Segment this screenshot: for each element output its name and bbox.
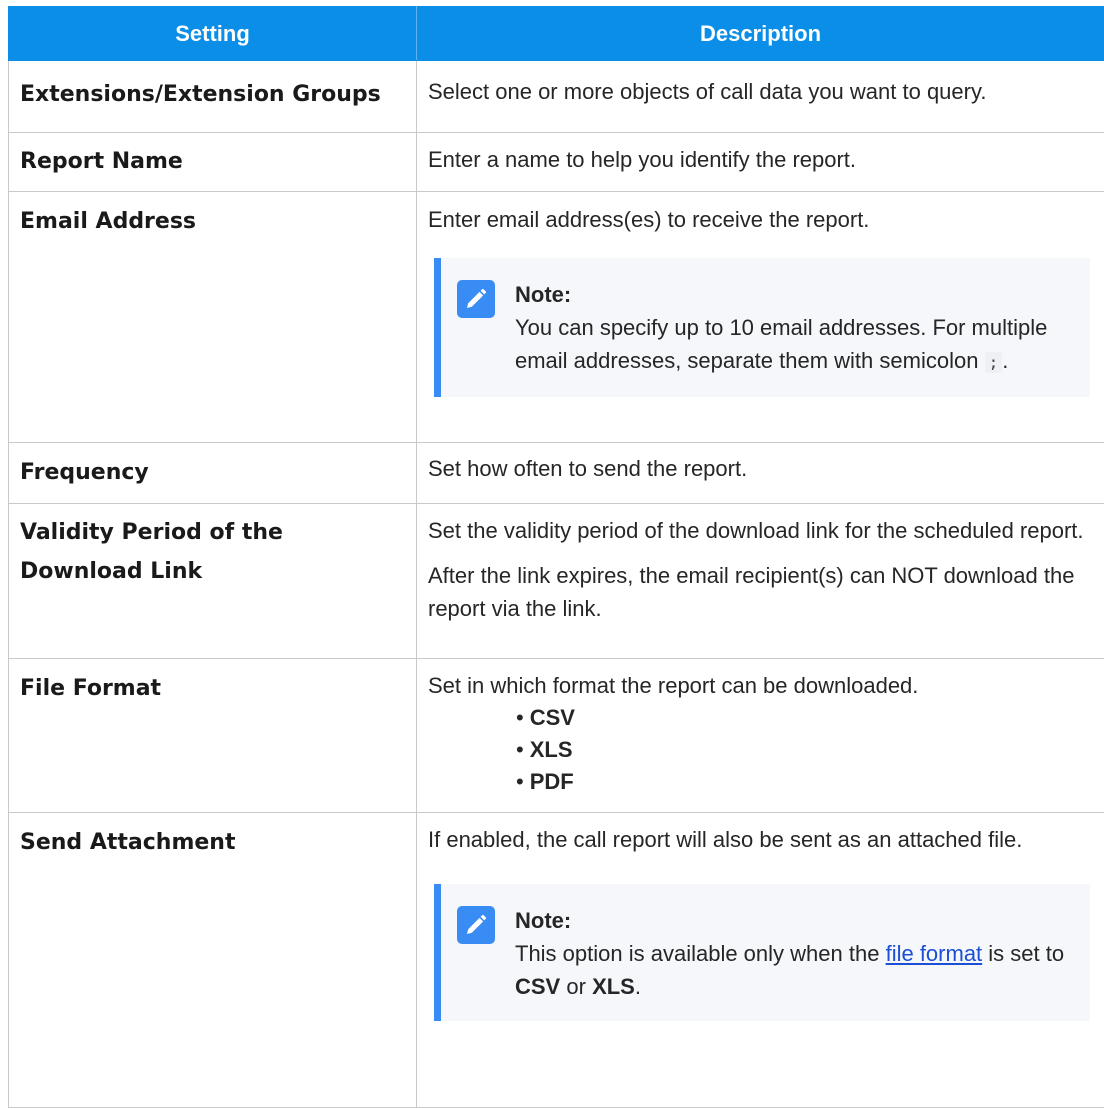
setting-name: Validity Period of the Download Link bbox=[9, 504, 417, 659]
setting-name: File Format bbox=[9, 659, 417, 813]
description-text: After the link expires, the email recipi… bbox=[428, 559, 1090, 625]
note-body: Note: This option is available only when… bbox=[515, 904, 1074, 1003]
table-row: File Format Set in which format the repo… bbox=[9, 659, 1104, 813]
description-text: Set the validity period of the download … bbox=[428, 514, 1090, 547]
note-body: Note: You can specify up to 10 email add… bbox=[515, 278, 1074, 379]
note-text: is set to bbox=[988, 941, 1064, 966]
header-setting: Setting bbox=[9, 7, 417, 61]
list-item: CSV bbox=[516, 702, 1090, 734]
setting-description: Set how often to send the report. bbox=[417, 443, 1104, 504]
description-text: Set how often to send the report. bbox=[428, 452, 1090, 485]
list-item: PDF bbox=[516, 766, 1090, 798]
pencil-note-icon bbox=[457, 280, 495, 318]
table-row: Send Attachment If enabled, the call rep… bbox=[9, 813, 1104, 1108]
note-text-end: . bbox=[635, 974, 641, 999]
setting-description: Enter a name to help you identify the re… bbox=[417, 133, 1104, 192]
header-description: Description bbox=[417, 7, 1104, 61]
list-item: XLS bbox=[516, 734, 1090, 766]
format-csv: CSV bbox=[515, 974, 560, 999]
table-row: Validity Period of the Download Link Set… bbox=[9, 504, 1104, 659]
table-row: Frequency Set how often to send the repo… bbox=[9, 443, 1104, 504]
setting-description: Set the validity period of the download … bbox=[417, 504, 1104, 659]
description-text: Enter email address(es) to receive the r… bbox=[428, 203, 1090, 236]
note-text: or bbox=[566, 974, 586, 999]
setting-name: Send Attachment bbox=[9, 813, 417, 1108]
settings-table: Setting Description Extensions/Extension… bbox=[8, 6, 1104, 1108]
setting-name-line: Validity Period of the bbox=[20, 520, 283, 545]
note-title: Note: bbox=[515, 278, 1074, 311]
table-header-row: Setting Description bbox=[9, 7, 1104, 61]
setting-name: Frequency bbox=[9, 443, 417, 504]
description-text: If enabled, the call report will also be… bbox=[428, 823, 1090, 856]
setting-description: Enter email address(es) to receive the r… bbox=[417, 192, 1104, 443]
table-row: Email Address Enter email address(es) to… bbox=[9, 192, 1104, 443]
format-xls: XLS bbox=[592, 974, 635, 999]
page: Setting Description Extensions/Extension… bbox=[0, 0, 1104, 1092]
setting-description: Select one or more objects of call data … bbox=[417, 61, 1104, 133]
description-text: Select one or more objects of call data … bbox=[428, 75, 1090, 108]
file-format-link[interactable]: file format bbox=[886, 941, 983, 966]
setting-description: If enabled, the call report will also be… bbox=[417, 813, 1104, 1108]
note-box: Note: This option is available only when… bbox=[434, 884, 1090, 1021]
note-text: You can specify up to 10 email addresses… bbox=[515, 315, 1047, 373]
description-text: Enter a name to help you identify the re… bbox=[428, 143, 1090, 176]
setting-name-line: Download Link bbox=[20, 559, 202, 584]
setting-name: Extensions/Extension Groups bbox=[9, 61, 417, 133]
setting-name: Email Address bbox=[9, 192, 417, 443]
note-text: This option is available only when the bbox=[515, 941, 879, 966]
description-text: Set in which format the report can be do… bbox=[428, 669, 1090, 702]
note-box: Note: You can specify up to 10 email add… bbox=[434, 258, 1090, 397]
note-title: Note: bbox=[515, 904, 1074, 937]
table-row: Extensions/Extension Groups Select one o… bbox=[9, 61, 1104, 133]
format-list: CSV XLS PDF bbox=[428, 702, 1090, 798]
table-row: Report Name Enter a name to help you ide… bbox=[9, 133, 1104, 192]
semicolon-code: ; bbox=[985, 352, 1003, 373]
setting-name: Report Name bbox=[9, 133, 417, 192]
setting-description: Set in which format the report can be do… bbox=[417, 659, 1104, 813]
note-text-end: . bbox=[1002, 348, 1008, 373]
pencil-note-icon bbox=[457, 906, 495, 944]
